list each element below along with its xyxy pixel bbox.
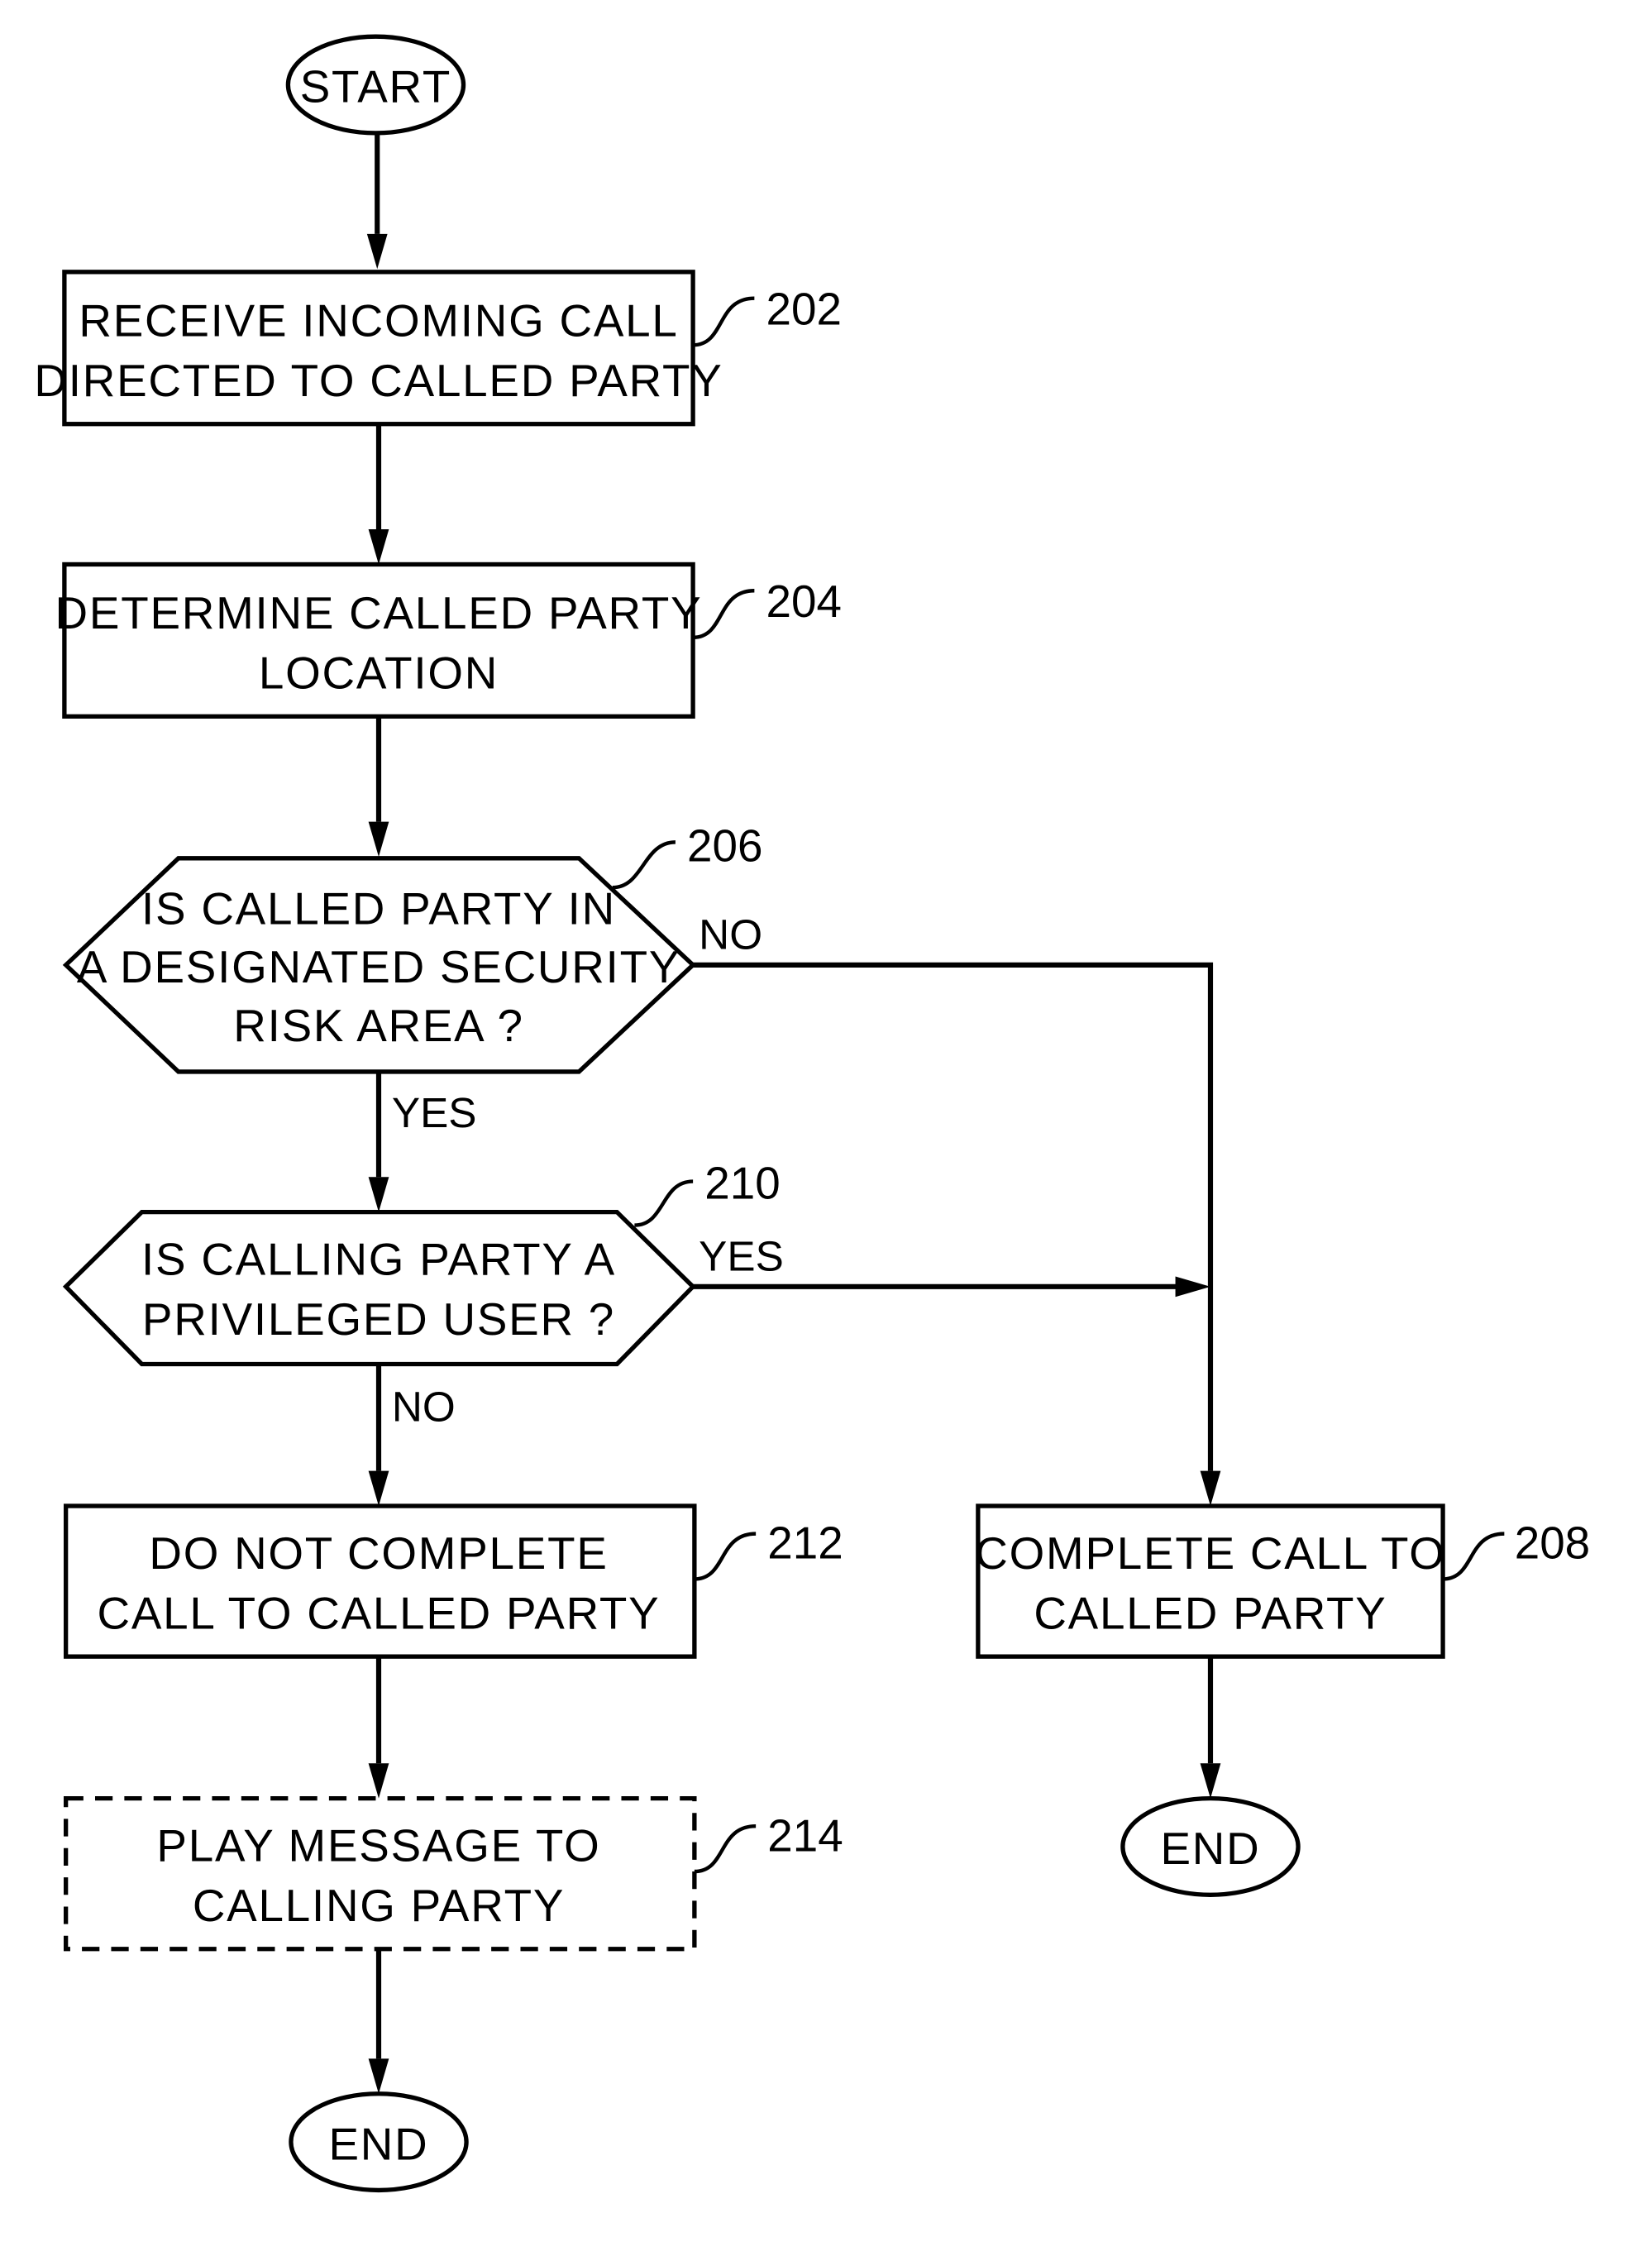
decision-206: IS CALLED PARTY IN A DESIGNATED SECURITY… bbox=[62, 856, 696, 1074]
label-210-yes: YES bbox=[699, 1232, 784, 1279]
arrow-206-no-to-208 bbox=[693, 962, 1214, 1471]
decision-206-line-1: IS CALLED PARTY IN bbox=[141, 882, 616, 934]
process-box-214-optional: PLAY MESSAGE TO CALLING PARTY bbox=[63, 1795, 697, 1952]
label-210-no: NO bbox=[392, 1383, 456, 1430]
arrowhead-204 bbox=[368, 529, 389, 565]
leader-202 bbox=[692, 296, 755, 347]
leader-210 bbox=[634, 1179, 694, 1227]
box-214-line-1: PLAY MESSAGE TO bbox=[156, 1820, 600, 1871]
leader-212 bbox=[694, 1532, 757, 1581]
end-terminal-right: END bbox=[1120, 1795, 1301, 1897]
arrowhead-end-right bbox=[1200, 1763, 1221, 1799]
box-204-line-1: DETERMINE CALLED PARTY bbox=[55, 587, 703, 638]
process-box-204: DETERMINE CALLED PARTY LOCATION bbox=[55, 562, 703, 719]
end-right-label: END bbox=[1160, 1823, 1260, 1874]
label-206-no: NO bbox=[699, 911, 762, 958]
box-202-line-1: RECEIVE INCOMING CALL bbox=[79, 295, 678, 347]
start-terminal: START bbox=[285, 34, 466, 136]
arrowhead-end-left bbox=[368, 2058, 389, 2094]
label-206-yes: YES bbox=[392, 1089, 477, 1136]
decision-210-line-2: PRIVILEGED USER ? bbox=[142, 1293, 615, 1345]
process-box-208: COMPLETE CALL TO CALLED PARTY bbox=[975, 1503, 1445, 1659]
arrowhead-206 bbox=[368, 821, 389, 858]
ref-204: 204 bbox=[766, 576, 842, 627]
ref-212: 212 bbox=[767, 1518, 843, 1569]
ref-210: 210 bbox=[704, 1158, 780, 1209]
box-204-line-2: LOCATION bbox=[259, 648, 499, 699]
process-box-212: DO NOT COMPLETE CALL TO CALLED PARTY bbox=[63, 1503, 697, 1659]
end-left-label: END bbox=[328, 2118, 428, 2169]
arrowhead-210-yes bbox=[1175, 1276, 1210, 1298]
arrowhead-210 bbox=[368, 1177, 389, 1212]
decision-206-line-2: A DESIGNATED SECURITY bbox=[77, 941, 680, 992]
box-212-line-1: DO NOT COMPLETE bbox=[149, 1527, 608, 1579]
box-208-line-2: CALLED PARTY bbox=[1034, 1588, 1387, 1639]
leader-208 bbox=[1442, 1532, 1505, 1581]
decision-206-line-3: RISK AREA ? bbox=[233, 1000, 523, 1051]
ref-208: 208 bbox=[1515, 1518, 1590, 1569]
arrowhead-208 bbox=[1200, 1470, 1221, 1507]
arrowhead-214 bbox=[368, 1763, 389, 1799]
decision-210-line-1: IS CALLING PARTY A bbox=[141, 1234, 616, 1285]
leader-206 bbox=[612, 840, 676, 890]
arrowhead-212 bbox=[368, 1470, 389, 1507]
box-212-line-2: CALL TO CALLED PARTY bbox=[97, 1588, 660, 1639]
decision-210: IS CALLING PARTY A PRIVILEGED USER ? bbox=[62, 1210, 696, 1367]
ref-214: 214 bbox=[767, 1809, 843, 1861]
ref-202: 202 bbox=[766, 283, 842, 334]
flowchart: START RECEIVE INCOMING CALL DIRECTED TO … bbox=[34, 34, 1590, 2193]
ref-206: 206 bbox=[687, 820, 762, 871]
arrowhead-202 bbox=[366, 233, 388, 270]
leader-214 bbox=[694, 1824, 757, 1874]
start-label: START bbox=[300, 61, 451, 112]
end-terminal-left: END bbox=[289, 2091, 469, 2193]
box-208-line-1: COMPLETE CALL TO bbox=[975, 1527, 1445, 1579]
process-box-202: RECEIVE INCOMING CALL DIRECTED TO CALLED… bbox=[34, 270, 723, 427]
box-202-line-2: DIRECTED TO CALLED PARTY bbox=[34, 355, 723, 406]
box-214-line-2: CALLING PARTY bbox=[193, 1880, 565, 1931]
